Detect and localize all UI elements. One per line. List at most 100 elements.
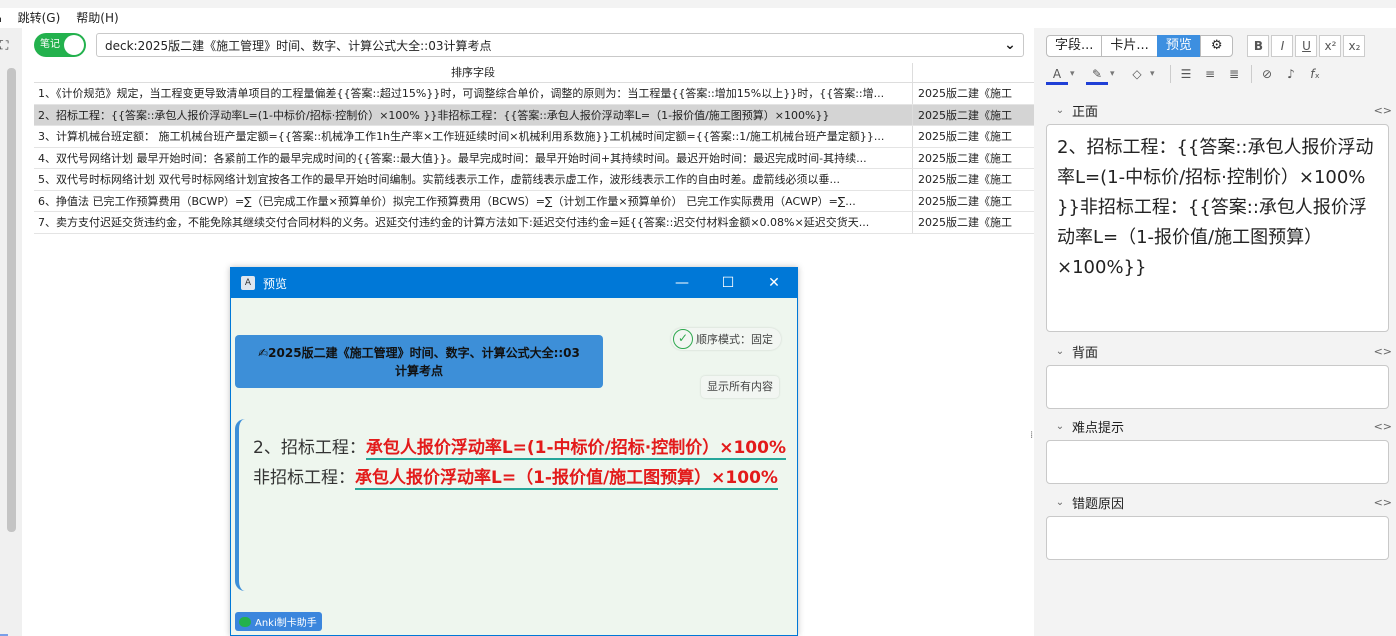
- chevron-down-icon[interactable]: ⌄: [1048, 421, 1072, 432]
- sidebar-rail: ⛶: [0, 28, 22, 636]
- field-name: 背面: [1072, 345, 1099, 361]
- chevron-down-icon[interactable]: ⌄: [1048, 105, 1072, 116]
- anki-helper-label: Anki制卡助手: [255, 618, 317, 629]
- chevron-down-icon[interactable]: ▾: [1070, 69, 1082, 79]
- field-label-back[interactable]: ⌄ 背面 <>: [1048, 341, 1394, 361]
- search-query: deck:2025版二建《施工管理》时间、数字、计算公式大全::03计算考点: [105, 38, 492, 53]
- eraser-icon[interactable]: ◇: [1126, 63, 1148, 85]
- text-color-icon[interactable]: A: [1046, 63, 1068, 85]
- order-mode-label: 顺序模式：固定: [696, 333, 773, 346]
- expand-icon[interactable]: ⛶: [0, 38, 14, 52]
- cloze-answer[interactable]: 承包人报价浮动率L=（1-报价值/施工图预算）×100%: [355, 468, 778, 490]
- table-row[interactable]: 6、挣值法 已完工作预算费用（BCWP）=∑（已完成工作量×预算单价）拟完工作预…: [34, 190, 1034, 212]
- toggle-knob: [64, 35, 84, 55]
- chevron-down-icon[interactable]: ⌄: [1048, 497, 1072, 508]
- sidebar-scrollbar[interactable]: [7, 68, 16, 532]
- check-circle-icon: ✓: [673, 329, 693, 349]
- bullet-list-icon[interactable]: ☰: [1175, 63, 1197, 85]
- chevron-down-icon[interactable]: ⌄: [997, 37, 1023, 53]
- field-name: 难点提示: [1072, 420, 1125, 436]
- card-front-preview: 2、招标工程：承包人报价浮动率L=(1-中标价/招标·控制价）×100% 非招标…: [235, 419, 789, 591]
- field-front-editor[interactable]: 2、招标工程：{{答案::承包人报价浮动率L=(1-中标价/招标·控制价）×10…: [1046, 124, 1389, 332]
- table-row[interactable]: 1、《计价规范》规定，当工程变更导致清单项目的工程量偏差{{答案::超过15%}…: [34, 83, 1034, 105]
- code-icon[interactable]: <>: [1374, 496, 1392, 509]
- code-icon[interactable]: <>: [1374, 345, 1392, 358]
- chevron-down-icon[interactable]: ▾: [1110, 69, 1122, 79]
- cell-deck: 2025版二建《施工: [918, 194, 1012, 208]
- deck-banner: ✍2025版二建《施工管理》时间、数字、计算公式大全::03计算考点: [235, 335, 603, 388]
- numbered-list-icon[interactable]: ≡: [1199, 63, 1221, 85]
- card-text: 2、招标工程：: [253, 438, 366, 458]
- column-header-deck[interactable]: [913, 63, 1034, 82]
- field-front-text[interactable]: 2、招标工程：{{答案::承包人报价浮动率L=(1-中标价/招标·控制价）×10…: [1047, 125, 1388, 291]
- cell-deck: 2025版二建《施工: [918, 108, 1012, 122]
- window-top-strip: [0, 0, 1396, 8]
- cell-deck: 2025版二建《施工: [918, 87, 1012, 100]
- field-label-front[interactable]: ⌄ 正面 <>: [1048, 100, 1394, 120]
- window-controls: — ☐ ✕: [659, 268, 797, 298]
- microphone-icon[interactable]: ♪: [1280, 63, 1302, 85]
- bold-icon[interactable]: B: [1247, 35, 1270, 57]
- editor-toolbar-bottom: A ▾ ✎ ▾ ◇ ▾ ☰ ≡ ≣ ⊘ ♪ fₓ: [1046, 62, 1396, 86]
- cell-sort-field: 3、计算机械台班定额： 施工机械台班产量定额={{答案::机械净工作1h生产率×…: [34, 126, 913, 147]
- superscript-icon[interactable]: x²: [1319, 35, 1342, 57]
- align-icon[interactable]: ≣: [1223, 63, 1245, 85]
- table-row[interactable]: 4、双代号网络计划 最早开始时间：各紧前工作的最早完成时间的{{答案::最大值}…: [34, 147, 1034, 169]
- field-mistake-editor[interactable]: [1046, 516, 1389, 560]
- cell-sort-field: 1、《计价规范》规定，当工程变更导致清单项目的工程量偏差{{答案::超过15%}…: [34, 83, 913, 104]
- splitter-handle-right[interactable]: ⁞: [1030, 430, 1033, 441]
- cell-deck: 2025版二建《施工: [918, 173, 1012, 186]
- app-icon: A: [241, 276, 255, 290]
- close-icon[interactable]: ✕: [751, 268, 797, 298]
- cell-deck: 2025版二建《施工: [918, 151, 1012, 165]
- notes-mode-label: 笔记: [40, 39, 60, 50]
- preview-button[interactable]: 预览: [1156, 35, 1201, 57]
- chevron-down-icon[interactable]: ⌄: [1048, 346, 1072, 357]
- preview-window-title: 预览: [263, 276, 288, 291]
- cards-button[interactable]: 卡片...: [1101, 35, 1158, 57]
- menu-item-cut[interactable]: ⌂: [0, 8, 10, 28]
- gear-icon[interactable]: ⚙: [1199, 35, 1234, 57]
- field-label-hint[interactable]: ⌄ 难点提示 <>: [1048, 416, 1394, 436]
- column-header-sort-field[interactable]: 排序字段: [34, 63, 913, 82]
- cell-sort-field: 7、卖方支付迟延交货违约金，不能免除其继续交付合同材料的义务。迟延交付违约金的计…: [34, 212, 913, 233]
- italic-icon[interactable]: I: [1271, 35, 1294, 57]
- code-icon[interactable]: <>: [1374, 420, 1392, 433]
- cell-deck: 2025版二建《施工: [918, 130, 1012, 143]
- menu-item-goto[interactable]: 跳转(G): [10, 8, 69, 28]
- preview-title-bar[interactable]: A 预览 — ☐ ✕: [231, 268, 797, 298]
- field-hint-editor[interactable]: [1046, 440, 1389, 484]
- menu-item-help[interactable]: 帮助(H): [68, 8, 126, 28]
- field-back-editor[interactable]: [1046, 365, 1389, 409]
- attachment-icon[interactable]: ⊘: [1256, 63, 1278, 85]
- anki-helper-button[interactable]: Anki制卡助手: [235, 612, 322, 631]
- cell-sort-field: 5、双代号时标网络计划 双代号时标网络计划宜按各工作的最早开始时间编制。实箭线表…: [34, 169, 913, 190]
- table-row[interactable]: 7、卖方支付迟延交货违约金，不能免除其继续交付合同材料的义务。迟延交付违约金的计…: [34, 212, 1034, 234]
- search-input[interactable]: deck:2025版二建《施工管理》时间、数字、计算公式大全::03计算考点 ⌄: [96, 33, 1024, 57]
- maximize-icon[interactable]: ☐: [705, 268, 751, 298]
- highlight-icon[interactable]: ✎: [1086, 63, 1108, 85]
- field-label-mistake[interactable]: ⌄ 错题原因 <>: [1048, 492, 1394, 512]
- fields-button[interactable]: 字段...: [1046, 35, 1103, 57]
- subscript-icon[interactable]: x₂: [1343, 35, 1366, 57]
- editor-toolbar-top: 字段... 卡片... 预览 ⚙ B I U x² x₂: [1046, 34, 1396, 58]
- preview-window: A 预览 — ☐ ✕ ✓ 顺序模式：固定 ✍2025版二建《施工管理》时间、数字…: [230, 267, 798, 636]
- card-text: 非招标工程：: [253, 468, 355, 488]
- underline-icon[interactable]: U: [1295, 35, 1318, 57]
- chevron-down-icon[interactable]: ▾: [1150, 69, 1162, 79]
- table-header: 排序字段: [34, 63, 1034, 83]
- cloze-answer[interactable]: 承包人报价浮动率L=(1-中标价/招标·控制价）×100%: [365, 438, 786, 460]
- show-all-button[interactable]: 显示所有内容: [701, 376, 779, 398]
- table-row[interactable]: 5、双代号时标网络计划 双代号时标网络计划宜按各工作的最早开始时间编制。实箭线表…: [34, 169, 1034, 191]
- preview-body: ✓ 顺序模式：固定 ✍2025版二建《施工管理》时间、数字、计算公式大全::03…: [231, 298, 797, 636]
- function-icon[interactable]: fₓ: [1304, 63, 1326, 85]
- table-row[interactable]: 2、招标工程：{{答案::承包人报价浮动率L=(1-中标价/招标·控制价）×10…: [34, 104, 1034, 126]
- minimize-icon[interactable]: —: [659, 268, 705, 298]
- table-row[interactable]: 3、计算机械台班定额： 施工机械台班产量定额={{答案::机械净工作1h生产率×…: [34, 126, 1034, 148]
- code-icon[interactable]: <>: [1374, 104, 1392, 117]
- notes-mode-toggle[interactable]: 笔记: [34, 33, 86, 57]
- toolbar-divider: [1170, 65, 1171, 83]
- order-mode-badge[interactable]: ✓ 顺序模式：固定: [671, 328, 781, 350]
- cell-deck: 2025版二建《施工: [918, 216, 1012, 229]
- browser-search-row: 笔记 deck:2025版二建《施工管理》时间、数字、计算公式大全::03计算考…: [22, 32, 1034, 58]
